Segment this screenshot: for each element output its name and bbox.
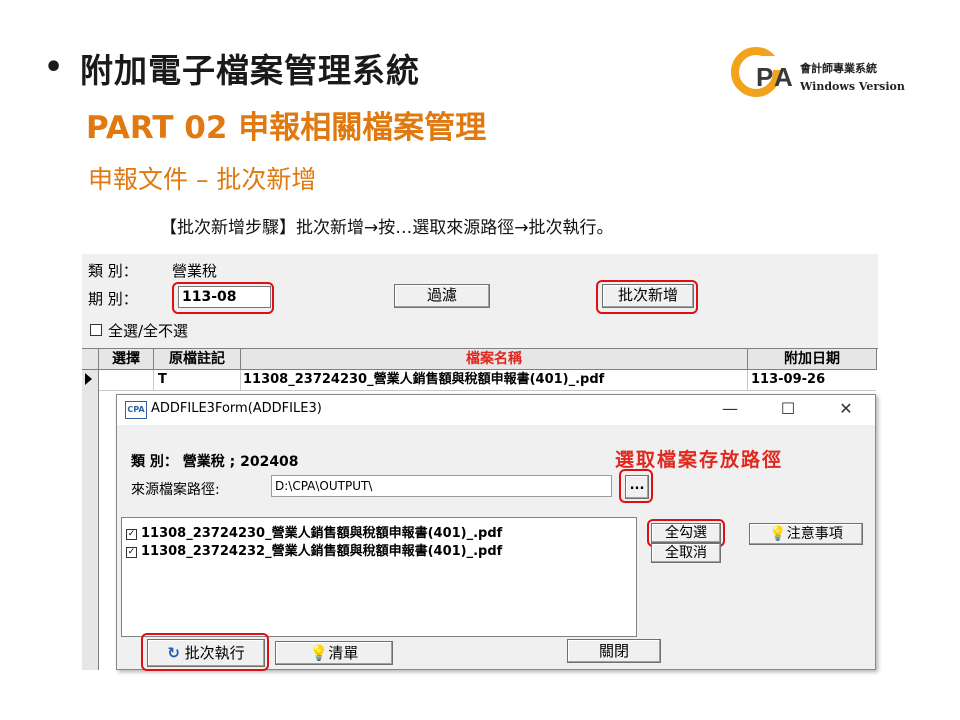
row-select-cell[interactable] bbox=[101, 370, 151, 390]
addfile-dialog: CPA ADDFILE3Form(ADDFILE3) — ☐ ✕ 類 別： 營業… bbox=[116, 394, 876, 671]
lightbulb-icon: 💡 bbox=[769, 526, 787, 542]
grid-header-filename[interactable]: 檔案名稱 bbox=[241, 349, 748, 370]
slide-subtitle: 申報文件 – 批次新增 bbox=[88, 165, 317, 194]
grid-row-header-corner bbox=[82, 349, 99, 370]
close-button[interactable]: 關閉 bbox=[567, 639, 661, 663]
cpa-logo-icon: P A bbox=[731, 47, 793, 97]
dialog-caption: ADDFILE3Form(ADDFILE3) bbox=[151, 401, 322, 416]
file-list: ✓ 11308_23724230_營業人銷售額與稅額申報書(401)_.pdf ✓… bbox=[121, 517, 637, 637]
logo-line2: Windows Version bbox=[800, 80, 905, 93]
row-filename-cell: 11308_23724230_營業人銷售額與稅額申報書(401)_.pdf bbox=[243, 372, 605, 387]
browse-highlight bbox=[619, 469, 653, 503]
row-date-cell: 113-09-26 bbox=[751, 372, 826, 387]
category-value: 營業稅 bbox=[172, 262, 218, 280]
file-checkbox-icon[interactable]: ✓ bbox=[126, 547, 137, 558]
table-row[interactable]: T 11308_23724230_營業人銷售額與稅額申報書(401)_.pdf … bbox=[99, 370, 876, 391]
deselect-all-button[interactable]: 全取消 bbox=[651, 543, 721, 563]
svg-text:A: A bbox=[774, 62, 793, 92]
source-path-input[interactable]: D:\CPA\OUTPUT\ bbox=[271, 475, 612, 497]
file-name: 11308_23724232_營業人銷售額與稅額申報書(401)_.pdf bbox=[141, 544, 503, 559]
grid-header-note[interactable]: 原檔註記 bbox=[154, 349, 241, 370]
select-all-checkbox[interactable] bbox=[90, 324, 102, 336]
filter-button[interactable]: 過濾 bbox=[394, 284, 490, 308]
category-label: 類 別： bbox=[88, 262, 138, 280]
grid-divider bbox=[240, 370, 241, 390]
dialog-titlebar[interactable]: CPA ADDFILE3Form(ADDFILE3) — ☐ ✕ bbox=[117, 395, 875, 425]
list-button[interactable]: 💡清單 bbox=[275, 641, 393, 665]
notes-button[interactable]: 💡注意事項 bbox=[749, 523, 863, 545]
dialog-info: 類 別： 營業稅 ; 202408 bbox=[131, 454, 299, 470]
grid-divider bbox=[153, 370, 154, 390]
close-icon[interactable]: ✕ bbox=[831, 399, 861, 418]
period-label: 期 別： bbox=[88, 290, 138, 308]
period-highlight bbox=[172, 282, 274, 314]
list-item[interactable]: ✓ 11308_23724230_營業人銷售額與稅額申報書(401)_.pdf bbox=[126, 522, 502, 541]
path-label: 來源檔案路徑: bbox=[131, 482, 220, 498]
slide-title: 附加電子檔案管理系統 bbox=[80, 51, 420, 90]
grid-row-header-column bbox=[82, 370, 99, 670]
dialog-app-icon: CPA bbox=[125, 401, 147, 419]
steps-text: 【批次新增步驟】批次新增→按…選取來源路徑→批次執行。 bbox=[160, 218, 614, 238]
list-button-label: 清單 bbox=[328, 644, 359, 662]
row-note-cell: T bbox=[158, 372, 167, 387]
path-hint: 選取檔案存放路徑 bbox=[615, 449, 784, 471]
maximize-icon[interactable]: ☐ bbox=[773, 399, 803, 418]
part-heading: PART 02 申報相關檔案管理 bbox=[86, 110, 487, 146]
lightbulb-icon: 💡 bbox=[309, 644, 329, 662]
list-item[interactable]: ✓ 11308_23724232_營業人銷售額與稅額申報書(401)_.pdf bbox=[126, 540, 502, 559]
title-bullet: • bbox=[44, 50, 64, 85]
grid-header-date[interactable]: 附加日期 bbox=[748, 349, 877, 370]
batch-run-highlight bbox=[141, 633, 269, 671]
select-all-label: 全選/全不選 bbox=[108, 322, 189, 340]
svg-text:P: P bbox=[756, 62, 773, 92]
file-name: 11308_23724230_營業人銷售額與稅額申報書(401)_.pdf bbox=[141, 526, 503, 541]
batch-add-highlight bbox=[596, 280, 698, 314]
grid-header-select[interactable]: 選擇 bbox=[99, 349, 154, 370]
file-checkbox-icon[interactable]: ✓ bbox=[126, 529, 137, 540]
current-row-indicator-icon bbox=[85, 373, 92, 385]
logo-line1: 會計師專業系統 bbox=[800, 62, 877, 75]
select-all-toggle[interactable]: 全選/全不選 bbox=[90, 320, 188, 341]
notes-button-label: 注意事項 bbox=[786, 526, 843, 542]
minimize-icon[interactable]: — bbox=[715, 399, 745, 418]
grid-divider bbox=[747, 370, 748, 390]
